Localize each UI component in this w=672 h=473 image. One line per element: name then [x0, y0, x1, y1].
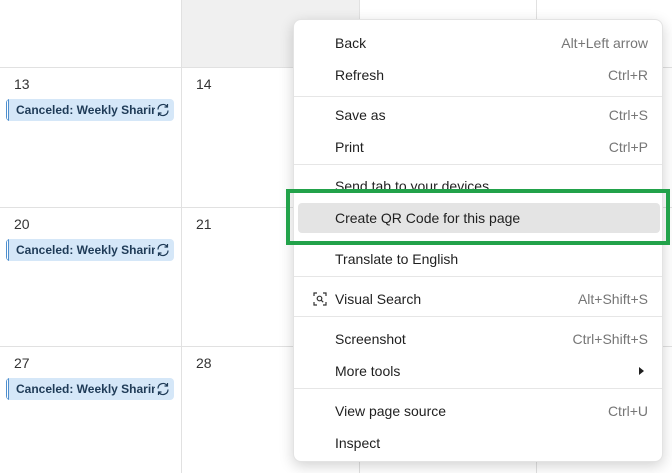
menu-item-label: Save as — [335, 107, 386, 123]
calendar-day-cell[interactable]: 20 Canceled: Weekly Sharing — [0, 208, 182, 347]
menu-separator — [294, 164, 662, 165]
event-title: Canceled: Weekly Sharing — [16, 382, 155, 396]
day-number: 13 — [14, 76, 30, 92]
event-title: Canceled: Weekly Sharing — [16, 103, 155, 117]
menu-item-shortcut: Ctrl+U — [607, 403, 648, 419]
menu-item-translate[interactable]: Translate to English — [298, 244, 660, 274]
menu-item-inspect[interactable]: Inspect — [298, 428, 660, 458]
menu-item-shortcut: Ctrl+P — [608, 139, 648, 155]
menu-item-send-tab[interactable]: Send tab to your devices — [298, 168, 660, 190]
calendar-event[interactable]: Canceled: Weekly Sharing — [6, 99, 174, 121]
menu-item-back[interactable]: Back Alt+Left arrow — [298, 28, 660, 58]
menu-item-shortcut: Alt+Left arrow — [561, 35, 648, 51]
menu-separator — [294, 316, 662, 317]
menu-item-save-as[interactable]: Save as Ctrl+S — [298, 100, 660, 130]
day-number: 20 — [14, 216, 30, 232]
calendar-day-cell[interactable]: 13 Canceled: Weekly Sharing — [0, 68, 182, 208]
calendar-event[interactable]: Canceled: Weekly Sharing — [6, 378, 174, 400]
event-status-bar — [6, 378, 9, 400]
event-title: Canceled: Weekly Sharing — [16, 243, 155, 257]
menu-item-shortcut: Alt+Shift+S — [577, 291, 648, 307]
visual-search-icon — [313, 292, 327, 306]
menu-item-label: View page source — [335, 403, 447, 419]
event-status-bar — [6, 99, 9, 121]
menu-item-screenshot[interactable]: Screenshot Ctrl+Shift+S — [298, 324, 660, 354]
menu-item-label: Print — [335, 139, 364, 155]
menu-item-view-page-source[interactable]: View page source Ctrl+U — [298, 396, 660, 426]
menu-separator — [294, 388, 662, 389]
menu-item-label: Translate to English — [335, 251, 459, 267]
menu-item-shortcut: Ctrl+Shift+S — [572, 331, 648, 347]
menu-item-label: Refresh — [335, 67, 385, 83]
menu-separator — [294, 276, 662, 277]
menu-item-label: Visual Search — [335, 291, 422, 307]
menu-item-label: Screenshot — [335, 331, 406, 347]
menu-item-print[interactable]: Print Ctrl+P — [298, 132, 660, 162]
calendar-event[interactable]: Canceled: Weekly Sharing — [6, 239, 174, 261]
day-number: 21 — [196, 216, 212, 232]
menu-item-more-tools[interactable]: More tools — [298, 356, 660, 386]
menu-item-refresh[interactable]: Refresh Ctrl+R — [298, 60, 660, 90]
recurring-icon — [157, 103, 169, 117]
calendar-cell[interactable] — [0, 0, 182, 68]
menu-item-visual-search[interactable]: Visual Search Alt+Shift+S — [298, 284, 660, 314]
day-number: 14 — [196, 76, 212, 92]
highlight-annotation-box — [286, 189, 670, 245]
event-status-bar — [6, 239, 9, 261]
menu-item-label: Back — [335, 35, 367, 51]
recurring-icon — [157, 382, 169, 396]
menu-item-label: Inspect — [335, 435, 381, 451]
chevron-right-icon — [639, 367, 644, 375]
calendar-day-cell[interactable]: 27 Canceled: Weekly Sharing — [0, 347, 182, 473]
menu-item-label: More tools — [335, 363, 401, 379]
day-number: 28 — [196, 355, 212, 371]
recurring-icon — [157, 243, 169, 257]
day-number: 27 — [14, 355, 30, 371]
menu-item-shortcut: Ctrl+S — [608, 107, 648, 123]
menu-separator — [294, 96, 662, 97]
menu-item-shortcut: Ctrl+R — [607, 67, 648, 83]
